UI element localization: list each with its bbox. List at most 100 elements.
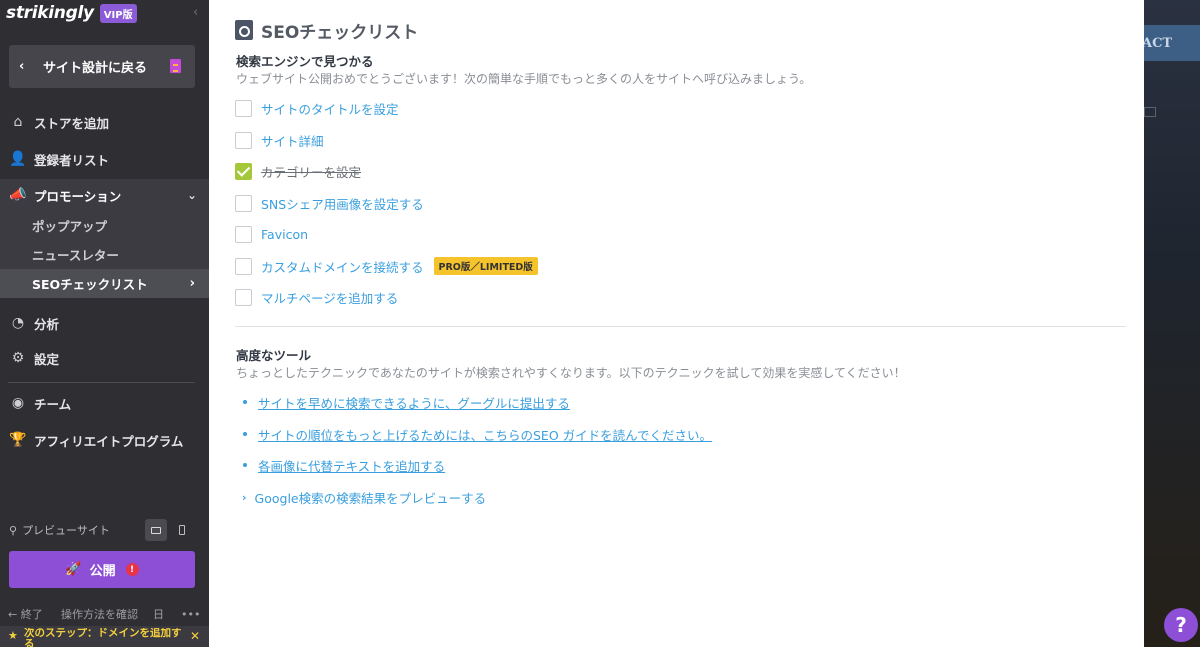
checkbox-checked[interactable] xyxy=(235,162,252,180)
sidebar-footer: ← 終了 操作方法を確認 日 ••• xyxy=(0,604,209,624)
checkbox[interactable] xyxy=(235,257,252,275)
checklist-item-link[interactable]: マルチページを追加する xyxy=(261,288,398,307)
sidebar-item-promotion[interactable]: 📣 プロモーション ⌄ xyxy=(0,179,209,211)
vip-badge: VIP版 xyxy=(99,3,137,23)
checklist-item-link[interactable]: カスタムドメインを接続する xyxy=(261,257,424,276)
sidebar-item-affiliate[interactable]: 🏆 アフィリエイトプログラム xyxy=(0,424,209,456)
rocket-icon: 🚀 xyxy=(65,562,82,577)
next-step-bar[interactable]: ★ 次のステップ：ドメインを追加する ✕ xyxy=(0,626,209,647)
advanced-tool-link[interactable]: サイトを早めに検索できるように、グーグルに提出する xyxy=(258,393,570,412)
help-link[interactable]: 操作方法を確認 xyxy=(61,606,138,622)
sidebar-divider xyxy=(8,382,195,383)
sidebar-item-team[interactable]: ◉ チーム xyxy=(0,387,209,419)
checklist-item-link[interactable]: カテゴリーを設定 xyxy=(261,162,361,181)
page-title: SEOチェックリスト xyxy=(261,22,419,43)
checklist-item-link[interactable]: サイトのタイトルを設定 xyxy=(261,99,399,118)
section-heading: 高度なツール xyxy=(236,348,312,363)
gear-icon: ⚙ xyxy=(11,350,25,366)
language-link[interactable]: 日 xyxy=(153,606,164,622)
checkbox[interactable] xyxy=(235,131,252,149)
pie-chart-icon: ◔ xyxy=(11,315,25,331)
mobile-icon xyxy=(179,525,185,535)
seo-search-icon xyxy=(235,20,253,40)
strikingly-logo: strikingly xyxy=(6,3,94,23)
chevron-right-icon: › xyxy=(242,490,247,504)
checklist-item-link[interactable]: Favicon xyxy=(261,227,308,242)
checklist-item-link[interactable]: サイト詳細 xyxy=(261,131,324,150)
contact-button[interactable]: ACT xyxy=(1144,25,1200,61)
brand[interactable]: strikingly VIP版 xyxy=(6,2,137,24)
google-preview-label: Google検索の検索結果をプレビューする xyxy=(254,490,487,506)
bullet xyxy=(243,432,247,436)
sidebar-item-store[interactable]: ⌂ ストアを追加 xyxy=(0,106,209,138)
pro-plan-badge: PRO版／LIMITED版 xyxy=(433,257,538,275)
site-preview-background: ACT ? xyxy=(1144,0,1200,647)
checkbox[interactable] xyxy=(235,288,252,306)
publish-label: 公開 xyxy=(89,564,116,579)
section-divider xyxy=(235,326,1126,327)
star-icon: ★ xyxy=(8,629,18,642)
bullet xyxy=(243,463,247,467)
checklist-item-link[interactable]: SNSシェア用画像を設定する xyxy=(261,194,424,213)
desktop-icon xyxy=(151,526,161,534)
section-description: ちょっとしたテクニックであなたのサイトが検索されやすくなります。以下のテクニック… xyxy=(236,366,906,380)
back-to-editor-button[interactable]: ‹ サイト設計に戻る xyxy=(9,45,195,88)
panel-header: SEOチェックリスト xyxy=(235,19,419,43)
sidebar-subitem-seo[interactable]: SEOチェックリスト › xyxy=(0,269,209,298)
chevron-down-icon: ⌄ xyxy=(186,188,197,202)
checklist-item: マルチページを追加する xyxy=(235,287,398,307)
image-icon xyxy=(1144,107,1156,117)
publish-button[interactable]: 🚀 公開 ! xyxy=(9,551,195,588)
list-item: サイトの順位をもっと上げるためには、こちらのSEO ガイドを読んでください。 xyxy=(243,425,712,443)
megaphone-icon: 📣 xyxy=(9,187,27,203)
team-icon: ◉ xyxy=(11,395,25,411)
sidebar-item-label: アフィリエイトプログラム xyxy=(34,433,184,449)
search-icon: ⚲ xyxy=(9,523,18,537)
desktop-preview-button[interactable] xyxy=(145,519,167,541)
collapse-sidebar-icon[interactable]: ‹ xyxy=(193,5,198,20)
store-icon: ⌂ xyxy=(13,114,23,130)
sidebar-item-label: プロモーション xyxy=(34,188,122,204)
sidebar-subitem-newsletter[interactable]: ニュースレター xyxy=(0,240,209,269)
back-button-label: サイト設計に戻る xyxy=(43,61,148,76)
sidebar-item-analytics[interactable]: ◔ 分析 xyxy=(0,307,209,339)
alert-badge: ! xyxy=(125,563,139,576)
preview-site-link[interactable]: プレビューサイト xyxy=(22,522,110,538)
sidebar-item-label: 分析 xyxy=(34,316,60,332)
exit-link[interactable]: ← 終了 xyxy=(8,606,43,622)
checkbox[interactable] xyxy=(235,225,252,243)
sidebar-subitem-label: ポップアップ xyxy=(32,219,108,234)
sidebar: strikingly VIP版 ‹ ‹ サイト設計に戻る ⌂ ストアを追加 👤 … xyxy=(0,0,209,647)
close-icon[interactable]: ✕ xyxy=(190,629,200,643)
google-preview-toggle[interactable]: › Google検索の検索結果をプレビューする xyxy=(242,488,486,506)
sidebar-subitem-label: SEOチェックリスト xyxy=(32,277,148,292)
sidebar-item-label: 登録者リスト xyxy=(34,152,110,168)
list-item: サイトを早めに検索できるように、グーグルに提出する xyxy=(243,393,570,411)
checklist-item: Favicon xyxy=(235,224,308,244)
bullet xyxy=(243,400,247,404)
checklist-item: サイト詳細 xyxy=(235,130,324,150)
next-step-label: 次のステップ：ドメインを追加する xyxy=(24,628,182,647)
section-heading: 検索エンジンで見つかる xyxy=(236,54,374,69)
sidebar-item-members[interactable]: 👤 登録者リスト xyxy=(0,143,209,175)
help-button[interactable]: ? xyxy=(1164,608,1198,642)
trophy-icon: 🏆 xyxy=(9,432,27,448)
advanced-tool-link[interactable]: 各画像に代替テキストを追加する xyxy=(258,456,445,475)
mobile-preview-button[interactable] xyxy=(171,519,193,541)
chevron-right-icon: › xyxy=(189,276,195,291)
sidebar-subitem-popup[interactable]: ポップアップ xyxy=(0,211,209,240)
checkbox[interactable] xyxy=(235,194,252,212)
advanced-tool-link[interactable]: サイトの順位をもっと上げるためには、こちらのSEO ガイドを読んでください。 xyxy=(258,425,712,444)
sidebar-item-label: ストアを追加 xyxy=(34,115,110,131)
sidebar-item-settings[interactable]: ⚙ 設定 xyxy=(0,342,209,374)
list-item: 各画像に代替テキストを追加する xyxy=(243,456,445,474)
section-description: ウェブサイト公開おめでとうございます！次の簡単な手順でもっと多くの人をサイトへ呼… xyxy=(236,72,812,86)
checkbox[interactable] xyxy=(235,99,252,117)
checklist-item: サイトのタイトルを設定 xyxy=(235,98,399,118)
sidebar-item-label: チーム xyxy=(34,396,72,412)
chevron-left-icon: ‹ xyxy=(19,59,25,74)
sidebar-subitem-label: ニュースレター xyxy=(32,248,119,263)
checklist-item: SNSシェア用画像を設定する xyxy=(235,193,424,213)
checklist-item: カスタムドメインを接続する PRO版／LIMITED版 xyxy=(235,256,538,276)
more-menu-icon[interactable]: ••• xyxy=(181,608,200,621)
